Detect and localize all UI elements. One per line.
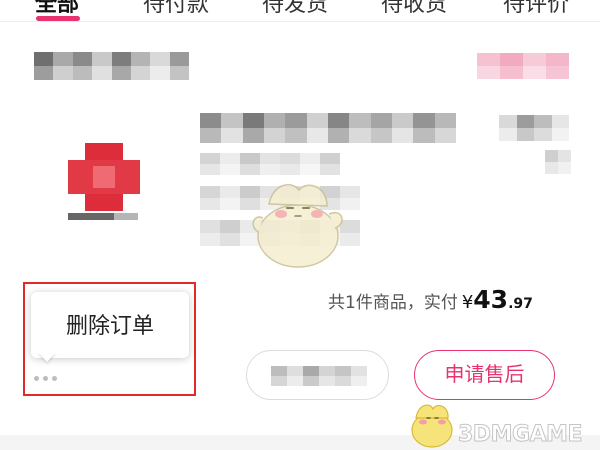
order-total-label: 共1件商品，实付 xyxy=(328,293,458,313)
order-status-blurred xyxy=(477,53,569,79)
store-name-blurred[interactable] xyxy=(34,52,189,80)
active-tab-indicator xyxy=(36,16,80,21)
order-total-decimal: .97 xyxy=(508,296,533,312)
watermark-mascot-icon xyxy=(411,404,453,448)
unit-price-blurred xyxy=(499,115,569,141)
tab-pending-shipment[interactable]: 待发货 xyxy=(262,0,328,18)
annotation-highlight-box xyxy=(23,282,196,396)
tab-pending-receipt[interactable]: 待收货 xyxy=(381,0,447,18)
secondary-action-label-blurred xyxy=(271,366,367,386)
secondary-action-button[interactable] xyxy=(246,350,389,400)
apply-after-sale-button[interactable]: 申请售后 xyxy=(414,350,555,400)
tab-pending-review[interactable]: 待评价 xyxy=(503,0,569,18)
mascot-watermark-icon xyxy=(252,184,343,268)
tab-pending-payment[interactable]: 待付款 xyxy=(143,0,209,18)
order-tab-bar: 全部 待付款 待发货 待收货 待评价 xyxy=(0,0,600,22)
product-thumbnail[interactable] xyxy=(58,133,158,233)
order-total: 共1件商品，实付 ¥43.97 xyxy=(328,285,533,314)
quantity-blurred xyxy=(545,150,571,174)
order-total-integer: 43 xyxy=(473,285,509,314)
watermark-text: 3DMGAME xyxy=(458,422,583,448)
currency-symbol: ¥ xyxy=(461,292,474,313)
product-title-blurred[interactable] xyxy=(200,113,456,143)
product-spec-blurred xyxy=(200,153,340,175)
